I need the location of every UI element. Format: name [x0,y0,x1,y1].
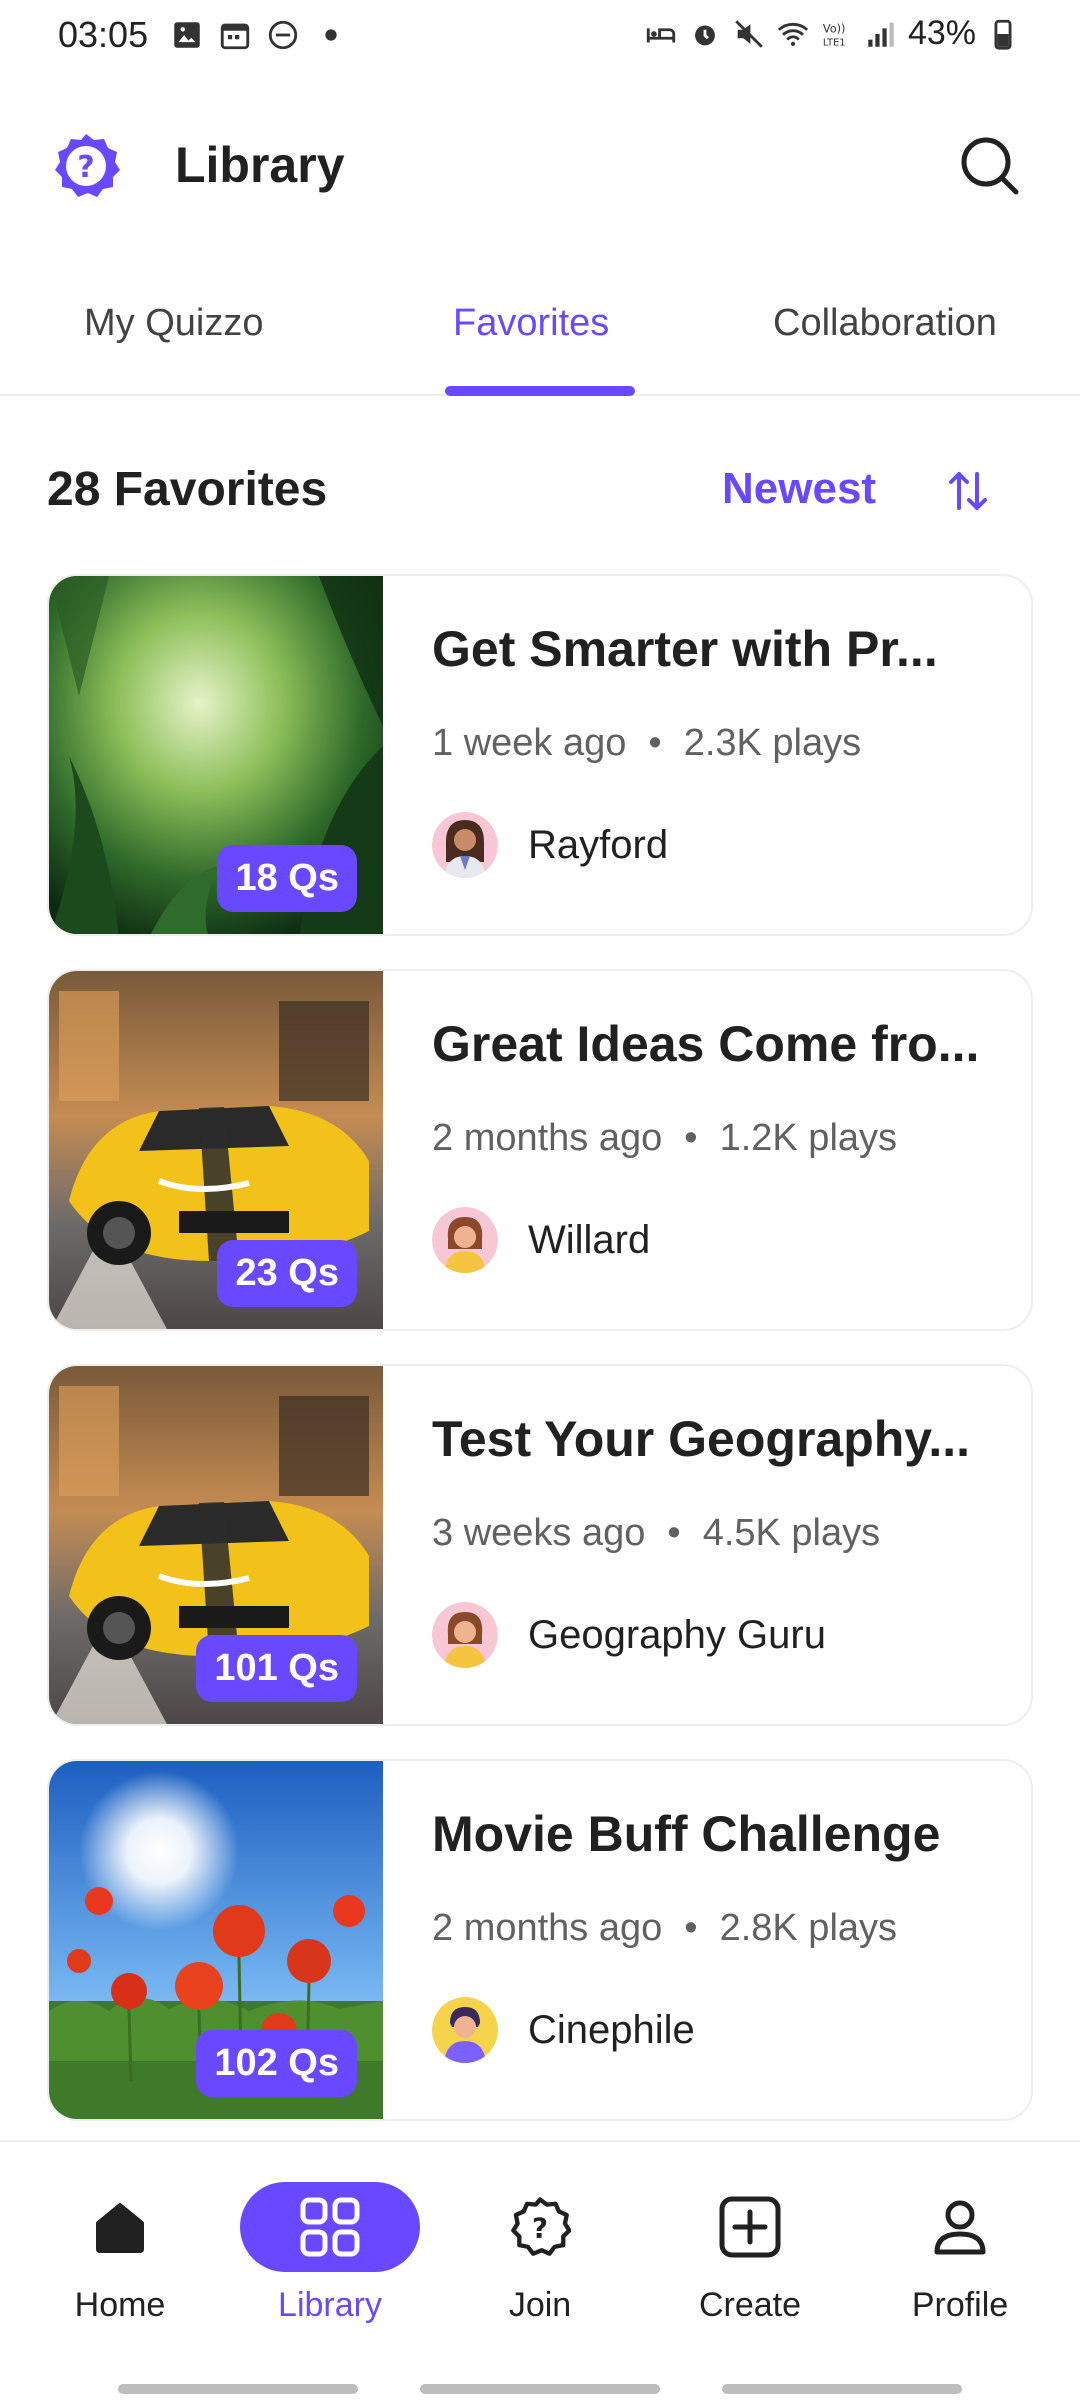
nav-label: Profile [911,2286,1009,2324]
meta-separator: • [684,1117,698,1159]
author-name: Rayford [528,822,669,867]
tab-favorites[interactable]: Favorites [453,302,609,345]
quiz-thumbnail: 18 Qs [49,576,383,934]
quiz-author: Willard [432,1207,650,1273]
gesture-bar [722,2384,962,2394]
quiz-title: Great Ideas Come fro... [432,1016,980,1072]
quiz-thumbnail: 101 Qs [49,1366,383,1724]
quiz-time: 2 months ago [432,1117,663,1159]
avatar [432,812,498,878]
create-plus-icon [719,2196,781,2258]
quiz-meta: 3 weeks ago • 4.5K plays [432,1512,880,1555]
quiz-author: Rayford [432,812,668,878]
meta-separator: • [684,1907,698,1949]
tab-bar: My Quizzo Favorites Collaboration [0,290,1080,396]
wifi-icon [777,22,809,46]
svg-text:?: ? [532,2212,548,2244]
quiz-time: 3 weeks ago [432,1512,646,1554]
quiz-card[interactable]: 18 Qs Get Smarter with Pr... 1 week ago •… [47,574,1033,936]
quiz-title: Test Your Geography... [432,1411,971,1467]
quiz-plays: 1.2K plays [719,1117,898,1159]
nav-label: Join [508,2286,572,2324]
author-name: Geography Guru [528,1612,826,1657]
meta-separator: • [648,722,662,764]
quiz-time: 1 week ago [432,722,627,764]
status-system-icons: Vo)) LTE1 43% [644,14,1020,53]
join-quiz-icon: ? [511,2197,571,2256]
avatar [432,1207,498,1273]
app-header: ? Library [0,110,1080,220]
avatar [432,1602,498,1668]
battery-icon [994,19,1012,50]
author-name: Willard [528,1217,651,1262]
home-icon [96,2203,144,2253]
nav-label: Create [698,2286,802,2324]
question-count-badge: 23 Qs [217,1240,357,1307]
quiz-plays: 2.3K plays [683,722,862,764]
nav-join[interactable]: ? Join [450,2182,630,2325]
quiz-plays: 2.8K plays [719,1907,898,1949]
status-bar: 03:05 Vo)) LTE1 43% [0,0,1080,70]
quiz-author: Cinephile [432,1997,695,2063]
battery-percent: 43% [907,14,976,52]
question-count-badge: 18 Qs [217,845,357,912]
tab-my-quizzo[interactable]: My Quizzo [84,302,263,345]
quiz-thumbnail: 102 Qs [49,1761,383,2119]
quiz-plays: 4.5K plays [702,1512,881,1554]
search-icon[interactable] [956,132,1022,198]
nav-label: Home [74,2286,166,2324]
bottom-navigation: Home Library ? Join Create Profile [0,2140,1080,2408]
meta-separator: • [667,1512,681,1554]
avatar [432,1997,498,2063]
quiz-card[interactable]: 23 Qs Great Ideas Come fro... 2 months a… [47,969,1033,1331]
gesture-bar [420,2384,660,2394]
sort-dropdown[interactable]: Newest [722,464,876,514]
quiz-meta: 1 week ago • 2.3K plays [432,722,861,765]
nav-profile[interactable]: Profile [870,2182,1050,2325]
question-count-badge: 101 Qs [196,1635,357,1702]
mute-icon [735,19,763,48]
svg-text:Vo)): Vo)) [823,21,846,35]
quiz-thumbnail: 23 Qs [49,971,383,1329]
dot-icon [325,29,337,41]
nav-label: Library [278,2286,382,2324]
nav-create[interactable]: Create [660,2182,840,2325]
calendar-icon [220,23,250,50]
signal-icon [868,22,894,47]
question-count-badge: 102 Qs [196,2030,357,2097]
quiz-title: Get Smarter with Pr... [432,621,938,677]
svg-text:?: ? [77,150,94,185]
favorites-count: 28 Favorites [47,463,328,516]
library-grid-icon [300,2197,360,2257]
status-time: 03:05 [58,14,149,55]
quiz-meta: 2 months ago • 2.8K plays [432,1907,897,1950]
status-notification-icons [170,18,348,52]
quiz-meta: 2 months ago • 1.2K plays [432,1117,897,1160]
nav-home[interactable]: Home [30,2182,210,2325]
quiz-card[interactable]: 102 Qs Movie Buff Challenge 2 months ago… [47,1759,1033,2121]
quiz-author: Geography Guru [432,1602,826,1668]
quiz-card[interactable]: 101 Qs Test Your Geography... 3 weeks ag… [47,1364,1033,1726]
quiz-title: Movie Buff Challenge [432,1806,941,1862]
tab-collaboration[interactable]: Collaboration [773,302,997,345]
dnd-icon [268,20,298,50]
nav-library[interactable]: Library [240,2182,420,2325]
svg-text:LTE1: LTE1 [823,37,846,48]
author-name: Cinephile [528,2007,695,2052]
quiz-logo-icon: ? [55,134,120,197]
quiz-time: 2 months ago [432,1907,663,1949]
volte-icon: Vo)) LTE1 [823,21,846,48]
gallery-icon [174,22,200,48]
bed-icon [646,27,676,42]
gesture-bar [118,2384,358,2394]
alarm-icon [695,25,715,45]
sort-icon[interactable] [945,468,991,514]
page-title: Library [175,137,345,193]
profile-icon [934,2200,986,2255]
active-tab-indicator [445,386,635,396]
